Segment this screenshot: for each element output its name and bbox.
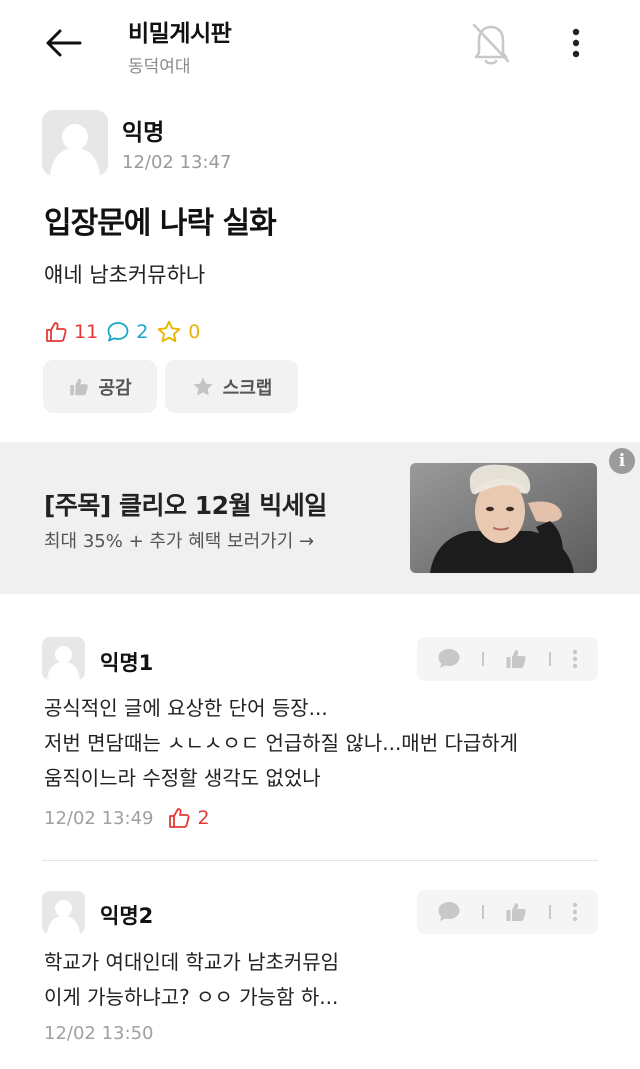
post-title: 입장문에 나락 실화 [44,206,277,241]
comment-like-icon[interactable] [504,647,528,671]
star-icon [158,320,181,343]
ad-info-button[interactable]: i [609,448,635,474]
default-avatar-icon [42,891,85,934]
like-count: 11 [44,320,98,344]
like-button-label: 공감 [98,377,132,399]
default-avatar-icon [42,110,108,176]
comment-author: 익명1 [100,651,154,675]
scrap-button[interactable]: 스크랩 [165,360,298,413]
toolbar-divider [481,652,484,666]
author-avatar [42,110,108,176]
default-avatar-icon [42,637,85,680]
scrap-count: 0 [156,319,200,345]
comment-divider [42,860,598,861]
more-vertical-icon [572,28,580,58]
post-body: 얘네 남초커뮤하나 [44,263,206,287]
more-options-button[interactable] [560,22,592,64]
notification-toggle-button[interactable] [466,18,516,68]
scrap-count-value: 0 [188,321,201,343]
comment-text: 학교가 여대인데 학교가 남초커뮤임 이게 가능하냐고? ㅇㅇ 가능함 하... [44,945,339,1015]
comment-line: 학교가 여대인데 학교가 남초커뮤임 [44,950,340,974]
comment-toolbar [417,890,598,934]
post-author: 익명 [122,120,165,146]
toolbar-divider [549,905,552,919]
back-button[interactable] [40,22,86,64]
comment-like-value: 2 [197,807,210,829]
more-vertical-icon[interactable] [572,902,578,922]
comment-line: 공식적인 글에 요상한 단어 등장... [44,696,328,720]
thumbs-up-icon [169,808,190,828]
comment-line: 이게 가능하냐고? ㅇㅇ 가능함 하... [44,985,339,1009]
ad-image [410,463,597,573]
ad-subtitle: 최대 35% + 추가 혜택 보러가기 → [44,531,315,552]
comment-count-value: 2 [136,321,149,343]
reply-icon[interactable] [437,901,461,923]
comment-timestamp: 12/02 13:49 [44,807,154,829]
comment-like-count: 2 [167,806,210,830]
comment-text: 공식적인 글에 요상한 단어 등장... 저번 면담때는 ㅅㄴㅅㅇㄷ 언급하질 … [44,691,518,796]
comment-count: 2 [106,320,148,344]
comment-line: 움직이느라 수정할 생각도 없었나 [44,766,321,790]
comment-line: 저번 면담때는 ㅅㄴㅅㅇㄷ 언급하질 않나...매번 다급하게 [44,731,519,755]
arrow-left-icon [46,29,82,57]
ad-title: [주목] 클리오 12월 빅세일 [44,491,327,520]
speech-bubble-icon [107,322,129,342]
comment-like-icon[interactable] [504,900,528,924]
post-actions: 공감 스크랩 [43,360,306,413]
thumbs-up-icon [46,322,67,342]
bell-off-icon [472,23,510,65]
like-button[interactable]: 공감 [43,360,157,413]
comment-author: 익명2 [100,904,154,928]
ad-model-photo [410,463,597,573]
more-vertical-icon[interactable] [572,649,578,669]
board-subtitle: 동덕여대 [128,57,191,77]
comment-avatar [42,891,85,934]
comment-toolbar [417,637,598,681]
comment-avatar [42,637,85,680]
reply-icon[interactable] [437,648,461,670]
post-timestamp: 12/02 13:47 [122,152,232,173]
post-stats: 11 2 0 [44,317,208,347]
scrap-button-label: 스크랩 [222,377,273,399]
toolbar-divider [481,905,484,919]
app-header: 비밀게시판 동덕여대 [0,0,640,90]
comment-meta: 12/02 13:49 2 [44,806,210,830]
star-filled-icon [193,377,213,395]
like-count-value: 11 [74,321,99,343]
board-title: 비밀게시판 [128,21,232,47]
toolbar-divider [549,652,552,666]
comment-timestamp: 12/02 13:50 [44,1023,154,1044]
comment-meta: 12/02 13:50 [44,1023,167,1044]
ad-banner[interactable]: [주목] 클리오 12월 빅세일 최대 35% + 추가 혜택 보러가기 → i [0,442,640,594]
thumbs-up-filled-icon [70,378,89,395]
